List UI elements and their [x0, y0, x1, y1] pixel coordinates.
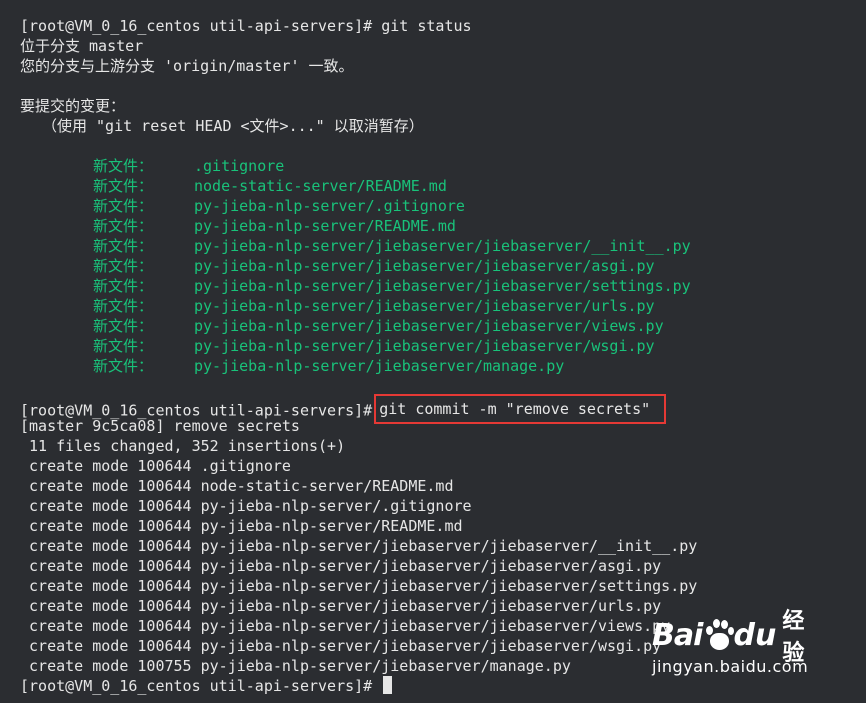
terminal-cursor	[383, 676, 393, 694]
new-file-label: 新文件：	[93, 357, 154, 375]
new-file-label: 新文件：	[93, 237, 154, 255]
create-mode-line: create mode 100644 py-jieba-nlp-server/j…	[20, 597, 662, 615]
staged-file-path: py-jieba-nlp-server/jiebaserver/jiebaser…	[194, 317, 664, 335]
staged-file-path: .gitignore	[194, 157, 285, 175]
staged-file-row: 新文件： py-jieba-nlp-server/jiebaserver/jieb…	[20, 236, 866, 256]
new-file-label: 新文件：	[93, 317, 154, 335]
watermark-brand-right: du	[733, 617, 777, 653]
create-mode-line: create mode 100644 py-jieba-nlp-server/R…	[20, 517, 463, 535]
staged-file-row: 新文件： py-jieba-nlp-server/jiebaserver/jieb…	[20, 336, 866, 356]
git-status-command: git status	[381, 17, 472, 35]
staged-file-row: 新文件： py-jieba-nlp-server/jiebaserver/jieb…	[20, 276, 866, 296]
prompt-line-status: [root@VM_0_16_centos util-api-servers]# …	[20, 16, 866, 36]
staged-file-path: py-jieba-nlp-server/jiebaserver/jiebaser…	[194, 297, 655, 315]
staged-file-path: py-jieba-nlp-server/.gitignore	[194, 197, 465, 215]
staged-file-row: 新文件： py-jieba-nlp-server/jiebaserver/jieb…	[20, 316, 866, 336]
new-file-label: 新文件：	[93, 337, 154, 355]
staged-file-row: 新文件： py-jieba-nlp-server/jiebaserver/mana…	[20, 356, 866, 376]
new-file-label: 新文件：	[93, 257, 154, 275]
create-mode-line: create mode 100644 node-static-server/RE…	[20, 477, 454, 495]
sync-line: 您的分支与上游分支 'origin/master' 一致。	[20, 57, 354, 75]
staged-file-path: py-jieba-nlp-server/jiebaserver/jiebaser…	[194, 257, 655, 275]
new-file-label: 新文件：	[93, 277, 154, 295]
new-file-label: 新文件：	[93, 157, 154, 175]
watermark-brand-left: Bai	[652, 617, 703, 653]
baidu-jingyan-watermark: Bai du 经验 jingyan.baidu.com	[652, 609, 822, 685]
staged-file-row: 新文件： py-jieba-nlp-server/jiebaserver/jieb…	[20, 256, 866, 276]
staged-file-path: py-jieba-nlp-server/jiebaserver/jiebaser…	[194, 237, 691, 255]
new-file-label: 新文件：	[93, 297, 154, 315]
reset-hint: （使用 "git reset HEAD <文件>..." 以取消暂存）	[42, 117, 424, 135]
branch-line: 位于分支 master	[20, 37, 144, 55]
create-mode-line: create mode 100644 py-jieba-nlp-server/j…	[20, 557, 662, 575]
create-mode-line: create mode 100644 py-jieba-nlp-server/.…	[20, 497, 472, 515]
create-mode-line: create mode 100644 py-jieba-nlp-server/j…	[20, 537, 698, 555]
staged-file-path: py-jieba-nlp-server/README.md	[194, 217, 456, 235]
commit-summary-line: 11 files changed, 352 insertions(+)	[20, 437, 346, 455]
new-file-label: 新文件：	[93, 217, 154, 235]
staged-file-row: 新文件： py-jieba-nlp-server/README.md	[20, 216, 866, 236]
staged-file-path: py-jieba-nlp-server/jiebaserver/jiebaser…	[194, 277, 691, 295]
shell-prompt: [root@VM_0_16_centos util-api-servers]#	[20, 677, 373, 695]
staged-file-path: py-jieba-nlp-server/jiebaserver/manage.p…	[194, 357, 565, 375]
highlighted-commit-command: git commit -m "remove secrets"	[374, 394, 667, 424]
prompt-line-commit: [root@VM_0_16_centos util-api-servers]# g…	[20, 394, 866, 424]
staged-file-row: 新文件： node-static-server/README.md	[20, 176, 866, 196]
changes-header: 要提交的变更：	[20, 97, 126, 115]
create-mode-line: create mode 100644 py-jieba-nlp-server/j…	[20, 577, 698, 595]
staged-file-row: 新文件： .gitignore	[20, 156, 866, 176]
baidu-paw-icon	[704, 618, 735, 652]
staged-file-path: node-static-server/README.md	[194, 177, 447, 195]
create-mode-line: create mode 100644 .gitignore	[20, 457, 291, 475]
shell-prompt: [root@VM_0_16_centos util-api-servers]#	[20, 17, 373, 35]
terminal-window[interactable]: [root@VM_0_16_centos util-api-servers]# …	[0, 0, 866, 703]
staged-files-list: 新文件： .gitignore 新文件： node-static-server/REA…	[20, 156, 866, 376]
staged-file-row: 新文件： py-jieba-nlp-server/jiebaserver/jieb…	[20, 296, 866, 316]
new-file-label: 新文件：	[93, 177, 154, 195]
staged-file-path: py-jieba-nlp-server/jiebaserver/jiebaser…	[194, 337, 655, 355]
new-file-label: 新文件：	[93, 197, 154, 215]
staged-file-row: 新文件： py-jieba-nlp-server/.gitignore	[20, 196, 866, 216]
watermark-url: jingyan.baidu.com	[652, 657, 809, 676]
